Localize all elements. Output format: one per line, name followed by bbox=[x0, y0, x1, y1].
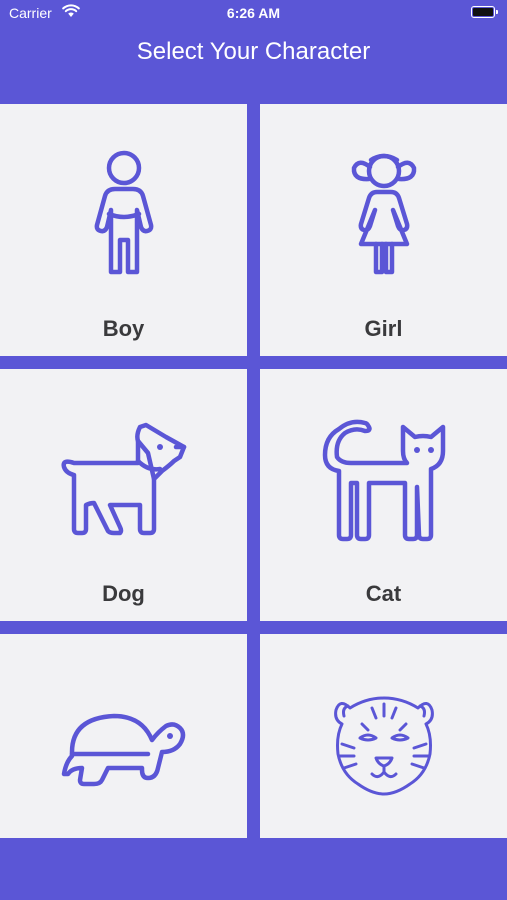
character-card-cat[interactable]: Cat bbox=[260, 369, 507, 621]
page-title: Select Your Character bbox=[136, 38, 371, 65]
status-bar: Carrier 6:26 AM bbox=[0, 0, 507, 28]
turtle-icon bbox=[61, 713, 185, 787]
character-label-boy: Boy bbox=[102, 316, 145, 341]
cat-icon bbox=[322, 419, 445, 542]
character-label-dog: Dog bbox=[102, 581, 145, 606]
status-time: 6:26 AM bbox=[226, 5, 281, 21]
character-card-tiger[interactable] bbox=[260, 634, 507, 838]
character-label-cat: Cat bbox=[365, 581, 402, 606]
character-card-turtle[interactable] bbox=[0, 634, 247, 838]
character-grid: Boy Girl Dog Cat bbox=[0, 104, 507, 838]
battery-icon bbox=[471, 6, 498, 18]
character-card-girl[interactable]: Girl bbox=[260, 104, 507, 356]
boy-icon bbox=[94, 150, 153, 275]
dog-icon bbox=[60, 422, 186, 536]
character-card-dog[interactable]: Dog bbox=[0, 369, 247, 621]
girl-icon bbox=[351, 153, 416, 275]
tiger-icon bbox=[333, 696, 434, 796]
character-label-girl: Girl bbox=[364, 316, 403, 341]
character-card-boy[interactable]: Boy bbox=[0, 104, 247, 356]
